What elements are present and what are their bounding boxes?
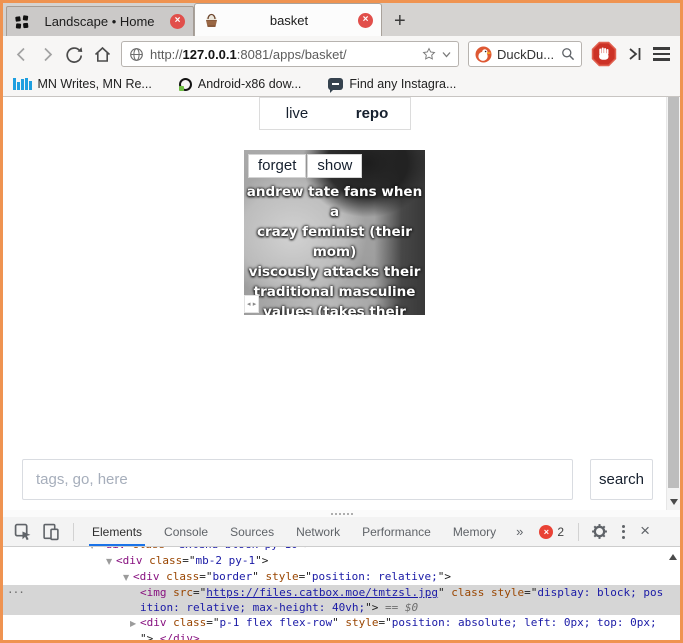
bookmark-instagram-finder[interactable]: Find any Instagra... [328,77,456,91]
devtools-tabs: Elements Console Sources Network Perform… [81,517,507,546]
inspect-element-icon[interactable] [10,523,36,541]
image-action-buttons: forget show [248,154,362,178]
back-icon[interactable] [13,46,30,63]
devtools-menu-kebab-icon[interactable] [613,525,634,539]
bookmarks-bar: MN Writes, MN Re... Android-x86 dow... F… [3,72,680,97]
url-dropdown-icon[interactable] [442,51,451,58]
search-engine-label: DuckDu... [497,47,556,62]
tab-performance[interactable]: Performance [351,517,442,546]
browser-tab-landscape-home[interactable]: Landscape • Home × [6,6,194,36]
site-info-globe-icon[interactable] [129,47,144,62]
show-button[interactable]: show [307,154,362,178]
menu-hamburger-icon[interactable] [653,47,670,61]
forget-button[interactable]: forget [248,154,306,178]
browser-tab-basket[interactable]: basket × [194,3,382,36]
devtools-toolbar: Elements Console Sources Network Perform… [3,517,680,547]
devtools-code-line[interactable]: ▶<div class="p-1 flex flex-row" style="p… [3,615,680,631]
devtools-code-line[interactable]: ▼<div class="mb-2 py-1"> [3,553,680,569]
bookmark-mn-writes[interactable]: MN Writes, MN Re... [13,77,152,91]
repo-tab[interactable]: repo [335,98,410,129]
browser-tab-bar: Landscape • Home × basket × + [3,3,680,36]
soundwave-icon [13,78,32,90]
separator [73,523,74,541]
devtools-code: ▼<div class="extend block py-10">▼<div c… [3,547,680,640]
duckduckgo-icon [475,46,492,63]
devtools-resize-handle[interactable] [3,510,680,517]
tags-search-input[interactable] [22,459,573,500]
basket-favicon-icon [203,12,220,29]
error-icon: × [539,525,553,539]
tab-console[interactable]: Console [153,517,219,546]
reload-icon[interactable] [65,45,84,64]
bookmark-android-x86[interactable]: Android-x86 dow... [179,77,302,91]
close-tab-icon[interactable]: × [358,13,373,28]
bookmark-star-icon[interactable] [422,47,436,61]
tab-title: Landscape • Home [36,14,163,29]
search-button[interactable]: search [590,459,653,500]
drag-dots-icon [330,512,354,516]
tab-sources[interactable]: Sources [219,517,285,546]
more-tabs-icon[interactable]: » [507,524,532,539]
landscape-favicon-icon [15,15,29,29]
tag-search-row: search [3,459,666,500]
tab-network[interactable]: Network [285,517,351,546]
home-icon[interactable] [93,45,112,64]
adblock-stop-hand-icon[interactable] [591,41,617,67]
devtools-close-icon[interactable]: × [634,522,656,541]
devtools-code-line[interactable]: ▼<div class="border" style="position: re… [3,569,680,585]
forward-icon[interactable] [39,46,56,63]
tab-title: basket [227,13,351,28]
address-bar[interactable]: http://127.0.0.1:8081/apps/basket/ [121,41,459,67]
separator [578,523,579,541]
bookmark-label: MN Writes, MN Re... [38,77,152,91]
speech-bubble-icon [328,78,343,90]
tab-memory[interactable]: Memory [442,517,507,546]
device-toolbar-icon[interactable] [36,523,66,541]
open-sidebar-icon[interactable] [626,45,644,63]
close-tab-icon[interactable]: × [170,14,185,29]
bookmark-label: Find any Instagra... [349,77,456,91]
devtools-code-line[interactable]: ">…</div> [3,631,680,640]
scroll-down-arrow-icon[interactable] [670,499,678,505]
navigation-toolbar: http://127.0.0.1:8081/apps/basket/ DuckD… [3,36,680,72]
android-x86-ring-icon [179,78,192,91]
devtools-code-line[interactable]: ···<img src="https://files.catbox.moe/tm… [3,585,680,600]
live-repo-switch: live repo [259,97,411,130]
page-scrollbar[interactable] [666,97,680,510]
devtools-settings-gear-icon[interactable] [586,523,613,540]
url-text[interactable]: http://127.0.0.1:8081/apps/basket/ [150,47,416,62]
meme-image[interactable]: andrew tate fans when a crazy feminist (… [244,150,425,315]
node-more-actions-icon[interactable]: ··· [7,585,24,600]
scrollbar-thumb[interactable] [668,97,679,488]
devtools-code-line[interactable]: ition: relative; max-height: 40vh;"> == … [3,600,680,615]
live-tab[interactable]: live [260,98,335,129]
magnifier-icon[interactable] [561,47,575,61]
bookmark-label: Android-x86 dow... [198,77,302,91]
web-search-box[interactable]: DuckDu... [468,41,582,67]
browser-window: Landscape • Home × basket × + [0,0,683,643]
new-tab-button[interactable]: + [394,11,406,31]
error-count: 2 [557,525,564,539]
error-badge[interactable]: × 2 [539,525,564,539]
meme-caption: andrew tate fans when a crazy feminist (… [244,182,425,315]
image-pager-arrows[interactable]: ◂ ▸ [244,295,259,313]
page-content: live repo andrew tate fans when a crazy … [3,97,680,510]
tab-elements[interactable]: Elements [81,517,153,546]
